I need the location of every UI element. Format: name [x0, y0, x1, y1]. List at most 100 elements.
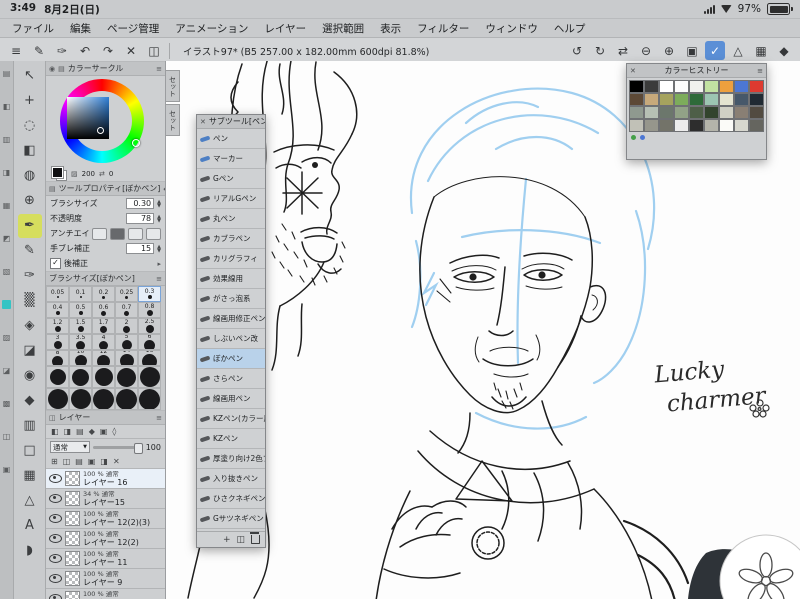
- rotate-right-icon[interactable]: ↻: [590, 41, 610, 60]
- grid-icon[interactable]: ▦: [751, 41, 771, 60]
- dock-icon-7[interactable]: ■: [2, 300, 11, 309]
- menu-item-1[interactable]: 編集: [70, 21, 91, 36]
- layer-mask-icon[interactable]: ◧: [51, 427, 59, 436]
- visibility-eye-icon[interactable]: [49, 534, 62, 543]
- eyedropper-tool[interactable]: ◍: [18, 164, 42, 188]
- layer-thumbnail[interactable]: [65, 571, 80, 586]
- blend-mode-select[interactable]: 通常 ▼: [50, 441, 90, 453]
- visibility-eye-icon[interactable]: [49, 574, 62, 583]
- color-swatch-11[interactable]: [658, 92, 674, 106]
- brush-size-cell[interactable]: 5: [115, 334, 138, 350]
- layer-thumbnail[interactable]: [65, 551, 80, 566]
- brush-tool[interactable]: ✑: [18, 264, 42, 288]
- zoom-out-icon[interactable]: ⊖: [636, 41, 656, 60]
- color-swatch-34[interactable]: [733, 118, 749, 132]
- fit-to-screen-icon[interactable]: ▣: [682, 41, 702, 60]
- swap-color-icon[interactable]: ⇄: [99, 170, 105, 178]
- subtool-item-2[interactable]: Gペン: [197, 169, 265, 189]
- color-swatch-23[interactable]: [703, 105, 719, 119]
- color-swatch-19[interactable]: [643, 105, 659, 119]
- hue-indicator[interactable]: [132, 139, 140, 147]
- dock-icon-8[interactable]: ▨: [2, 333, 11, 342]
- layer-row-1[interactable]: 34 % 通常 レイヤー15: [46, 489, 165, 509]
- new-folder-icon[interactable]: ◫: [63, 457, 71, 466]
- color-swatch-10[interactable]: [643, 92, 659, 106]
- saturation-value-box[interactable]: [67, 97, 109, 139]
- layer-row-2[interactable]: 100 % 通常 レイヤー 12(2)(3): [46, 509, 165, 529]
- layers-tab-icon[interactable]: ◫: [49, 414, 56, 422]
- visibility-eye-icon[interactable]: [49, 554, 62, 563]
- dock-icon-4[interactable]: ▦: [2, 201, 11, 210]
- dock-icon-3[interactable]: ◨: [2, 168, 11, 177]
- rotate-left-icon[interactable]: ↺: [567, 41, 587, 60]
- combine-layer-icon[interactable]: ◨: [100, 457, 108, 466]
- brush-size-cell[interactable]: 1.7: [92, 318, 115, 334]
- snapshot-icon[interactable]: ◫: [144, 41, 164, 60]
- brush-size-cell[interactable]: 1.5: [69, 318, 92, 334]
- slider-tab-icon[interactable]: ▤: [58, 65, 65, 73]
- brush-size-cell[interactable]: 10: [69, 350, 92, 366]
- balloon-tool[interactable]: ◗: [18, 539, 42, 563]
- current-tool-icon[interactable]: ✎: [29, 41, 49, 60]
- subtool-item-18[interactable]: ひさクネギペン: [197, 489, 265, 509]
- brush-size-cell[interactable]: 0.8: [138, 302, 161, 318]
- menu-item-8[interactable]: ウィンドウ: [485, 21, 538, 36]
- panel-menu-icon[interactable]: ≡: [757, 67, 763, 75]
- brush-size-cell[interactable]: 0.6: [92, 302, 115, 318]
- transparent-color-icon[interactable]: ▨: [71, 170, 78, 178]
- close-icon[interactable]: ✕: [200, 118, 206, 126]
- dock-icon-6[interactable]: ▧: [2, 267, 11, 276]
- brush-size-cell[interactable]: 16: [138, 350, 161, 366]
- subtool-header[interactable]: ✕ サブツール[ペン]: [197, 115, 265, 129]
- antialias-option-0[interactable]: [92, 227, 107, 240]
- figure-tool[interactable]: □: [18, 439, 42, 463]
- stepper-arrows-icon[interactable]: ▲ ▼: [157, 244, 161, 253]
- delete-layer-icon[interactable]: ✕: [113, 457, 120, 466]
- dock-icon-1[interactable]: ◧: [2, 102, 11, 111]
- color-swatch-33[interactable]: [718, 118, 734, 132]
- current-subtool-icon[interactable]: ✑: [52, 41, 72, 60]
- stepper-arrows-icon[interactable]: ▲ ▼: [157, 214, 161, 223]
- snap-icon[interactable]: ✓: [705, 41, 725, 60]
- wheel-tab-icon[interactable]: ◉: [49, 65, 55, 73]
- eraser-tool[interactable]: ◪: [18, 339, 42, 363]
- airbrush-tool[interactable]: ▒: [18, 289, 42, 313]
- color-swatch-1[interactable]: [643, 79, 659, 93]
- decoration-tool[interactable]: ◈: [18, 314, 42, 338]
- brush-size-cell[interactable]: 0.1: [69, 286, 92, 302]
- lasso-tool[interactable]: ◌: [18, 114, 42, 138]
- stepper-arrows-icon[interactable]: ▲ ▼: [157, 199, 161, 208]
- brush-size-cell[interactable]: 3.5: [69, 334, 92, 350]
- brush-size-cell[interactable]: 0.2: [92, 286, 115, 302]
- history-dot-0[interactable]: [631, 135, 636, 140]
- color-swatch-35[interactable]: [748, 118, 764, 132]
- property-value[interactable]: 15: [126, 243, 155, 254]
- brush-size-cell[interactable]: [92, 366, 115, 388]
- merge-layer-icon[interactable]: ▣: [88, 457, 96, 466]
- foreground-background-chips[interactable]: [52, 167, 67, 181]
- subtool-item-15[interactable]: KZペン: [197, 429, 265, 449]
- brush-size-cell[interactable]: [92, 388, 115, 410]
- layer-thumbnail[interactable]: [65, 511, 80, 526]
- color-swatch-17[interactable]: [748, 92, 764, 106]
- menu-item-3[interactable]: アニメーション: [175, 21, 248, 36]
- visibility-eye-icon[interactable]: [49, 474, 62, 483]
- menu-item-2[interactable]: ページ管理: [107, 21, 159, 36]
- color-swatch-13[interactable]: [688, 92, 704, 106]
- color-swatch-0[interactable]: [628, 79, 644, 93]
- brush-size-cell[interactable]: 8: [46, 350, 69, 366]
- delete-icon[interactable]: ✕: [121, 41, 141, 60]
- menu-item-0[interactable]: ファイル: [12, 21, 54, 36]
- color-swatch-31[interactable]: [688, 118, 704, 132]
- panel-menu-icon[interactable]: ≡: [156, 275, 162, 283]
- dock-icon-2[interactable]: ▥: [2, 135, 11, 144]
- antialias-option-2[interactable]: [128, 227, 143, 240]
- color-swatch-27[interactable]: [628, 118, 644, 132]
- subtool-item-5[interactable]: カブラペン: [197, 229, 265, 249]
- brush-size-cell[interactable]: [46, 366, 69, 388]
- subtool-item-12[interactable]: さらペン: [197, 369, 265, 389]
- color-swatch-24[interactable]: [718, 105, 734, 119]
- gradient-tool[interactable]: ▥: [18, 414, 42, 438]
- expand-icon[interactable]: ▸: [157, 260, 161, 268]
- subtool-item-14[interactable]: KZペン(カラー用): [197, 409, 265, 429]
